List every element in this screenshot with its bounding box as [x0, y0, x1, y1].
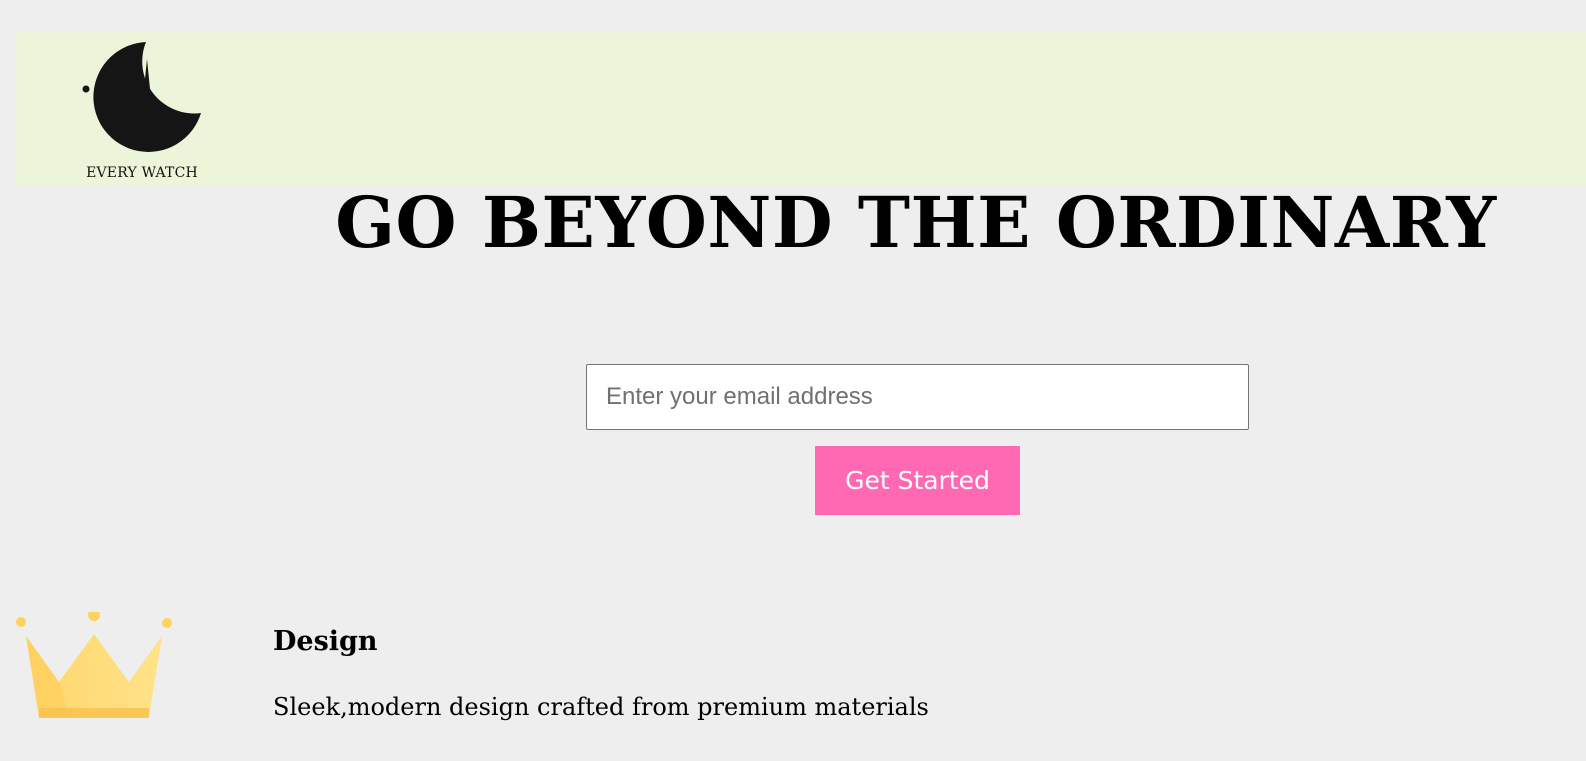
- site-header: EVERY WATCH: [16, 31, 1586, 185]
- clock-crescent-icon: [82, 42, 201, 152]
- email-input[interactable]: [586, 364, 1249, 430]
- logo-text: EVERY WATCH: [86, 165, 198, 181]
- logo[interactable]: EVERY WATCH: [80, 37, 204, 181]
- feature-description: Sleek,modern design crafted from premium…: [273, 693, 929, 721]
- feature-title: Design: [273, 626, 378, 657]
- crown-icon: [14, 609, 174, 728]
- hero-title: GO BEYOND THE ORDINARY: [335, 181, 1497, 264]
- get-started-button[interactable]: Get Started: [815, 446, 1020, 515]
